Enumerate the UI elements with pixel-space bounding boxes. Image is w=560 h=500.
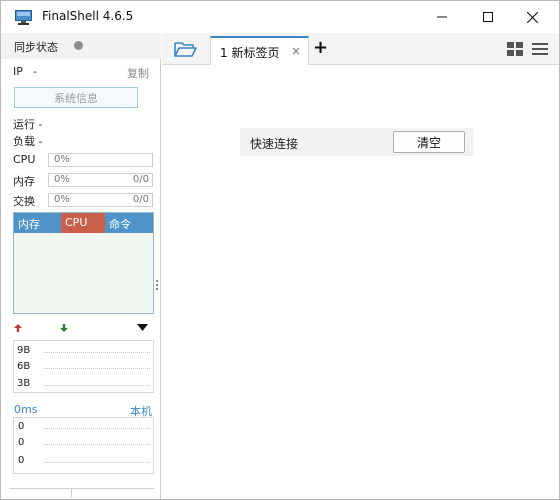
maximize-button[interactable] bbox=[465, 1, 510, 33]
clear-button[interactable]: 清空 bbox=[393, 131, 465, 153]
title-bar: FinalShell 4.6.5 bbox=[1, 1, 559, 33]
uptime-label: 运行 - bbox=[13, 118, 43, 131]
tab-divider bbox=[71, 489, 72, 497]
sidebar-bottom-tabs[interactable] bbox=[9, 488, 154, 497]
sync-status-indicator-icon bbox=[74, 41, 83, 50]
copy-ip-link[interactable]: 复制 bbox=[127, 65, 149, 81]
swap-meter: 0% 0/0 bbox=[48, 193, 153, 207]
open-folder-icon[interactable] bbox=[173, 39, 197, 59]
process-table-header: 内存 CPU 命令 bbox=[14, 213, 153, 233]
grid-line bbox=[44, 428, 150, 429]
swap-value: 0% bbox=[54, 194, 70, 205]
grid-line bbox=[44, 444, 150, 445]
grid-line bbox=[44, 462, 150, 463]
sync-status-label: 同步状态 bbox=[14, 41, 58, 54]
tab-new-tab[interactable]: 1 新标签页 × bbox=[210, 36, 309, 65]
app-window: FinalShell 4.6.5 同步状态 IP - 复制 系统信息 运行 - … bbox=[0, 0, 560, 500]
network-interface-dropdown-icon[interactable] bbox=[137, 324, 148, 332]
grid-line bbox=[44, 368, 150, 369]
ping-value: 0 bbox=[18, 455, 25, 466]
network-tick-label: 6B bbox=[17, 361, 31, 372]
memory-label: 内存 bbox=[13, 175, 35, 188]
minimize-icon bbox=[436, 16, 447, 18]
add-tab-button[interactable]: + bbox=[313, 38, 328, 58]
app-logo-icon bbox=[15, 10, 32, 25]
memory-detail: 0/0 bbox=[132, 174, 149, 185]
ping-latency: 0ms bbox=[14, 403, 38, 416]
system-info-button[interactable]: 系统信息 bbox=[14, 87, 138, 108]
tab-label: 1 新标签页 bbox=[220, 46, 280, 60]
tab-bar: 1 新标签页 × + bbox=[162, 33, 559, 65]
network-tick-label: 9B bbox=[17, 345, 31, 356]
grid-line bbox=[44, 385, 150, 386]
close-icon bbox=[527, 11, 538, 23]
memory-value: 0% bbox=[54, 174, 70, 185]
hamburger-menu-icon[interactable] bbox=[532, 41, 548, 57]
panel-splitter-handle[interactable] bbox=[156, 280, 159, 296]
close-button[interactable] bbox=[510, 1, 555, 33]
memory-meter: 0% 0/0 bbox=[48, 173, 153, 187]
upload-arrow-icon bbox=[14, 324, 22, 332]
tab-close-icon[interactable]: × bbox=[291, 44, 301, 58]
swap-label: 交换 bbox=[13, 195, 35, 208]
swap-detail: 0/0 bbox=[132, 194, 149, 205]
network-tick-label: 3B bbox=[17, 378, 31, 389]
column-header-memory[interactable]: 内存 bbox=[14, 213, 61, 233]
minimize-button[interactable] bbox=[419, 1, 464, 33]
column-header-cpu[interactable]: CPU bbox=[61, 213, 105, 233]
column-header-command[interactable]: 命令 bbox=[105, 213, 153, 233]
cpu-value: 0% bbox=[54, 154, 70, 165]
ping-value: 0 bbox=[18, 437, 25, 448]
cpu-meter: 0% bbox=[48, 153, 153, 167]
ip-label: IP bbox=[13, 65, 23, 78]
layout-grid-icon[interactable] bbox=[507, 41, 523, 57]
ping-graph: 0 0 0 bbox=[13, 417, 154, 474]
process-table[interactable]: 内存 CPU 命令 bbox=[13, 212, 154, 314]
quick-connect-panel: 快速连接 清空 bbox=[240, 128, 474, 156]
grid-line bbox=[44, 352, 150, 353]
ping-value: 0 bbox=[18, 421, 25, 432]
cpu-label: CPU bbox=[13, 153, 36, 166]
network-graph: 9B 6B 3B bbox=[13, 340, 154, 393]
load-label: 负载 - bbox=[13, 135, 43, 148]
sync-status-row: 同步状态 bbox=[1, 33, 161, 59]
ip-value: - bbox=[33, 65, 37, 78]
maximize-icon bbox=[482, 12, 493, 22]
window-title: FinalShell 4.6.5 bbox=[42, 9, 134, 23]
download-arrow-icon bbox=[60, 324, 68, 332]
sidebar-panel: 同步状态 IP - 复制 系统信息 运行 - 负载 - CPU 0% 内存 0%… bbox=[1, 33, 161, 499]
quick-connect-label: 快速连接 bbox=[250, 137, 299, 151]
